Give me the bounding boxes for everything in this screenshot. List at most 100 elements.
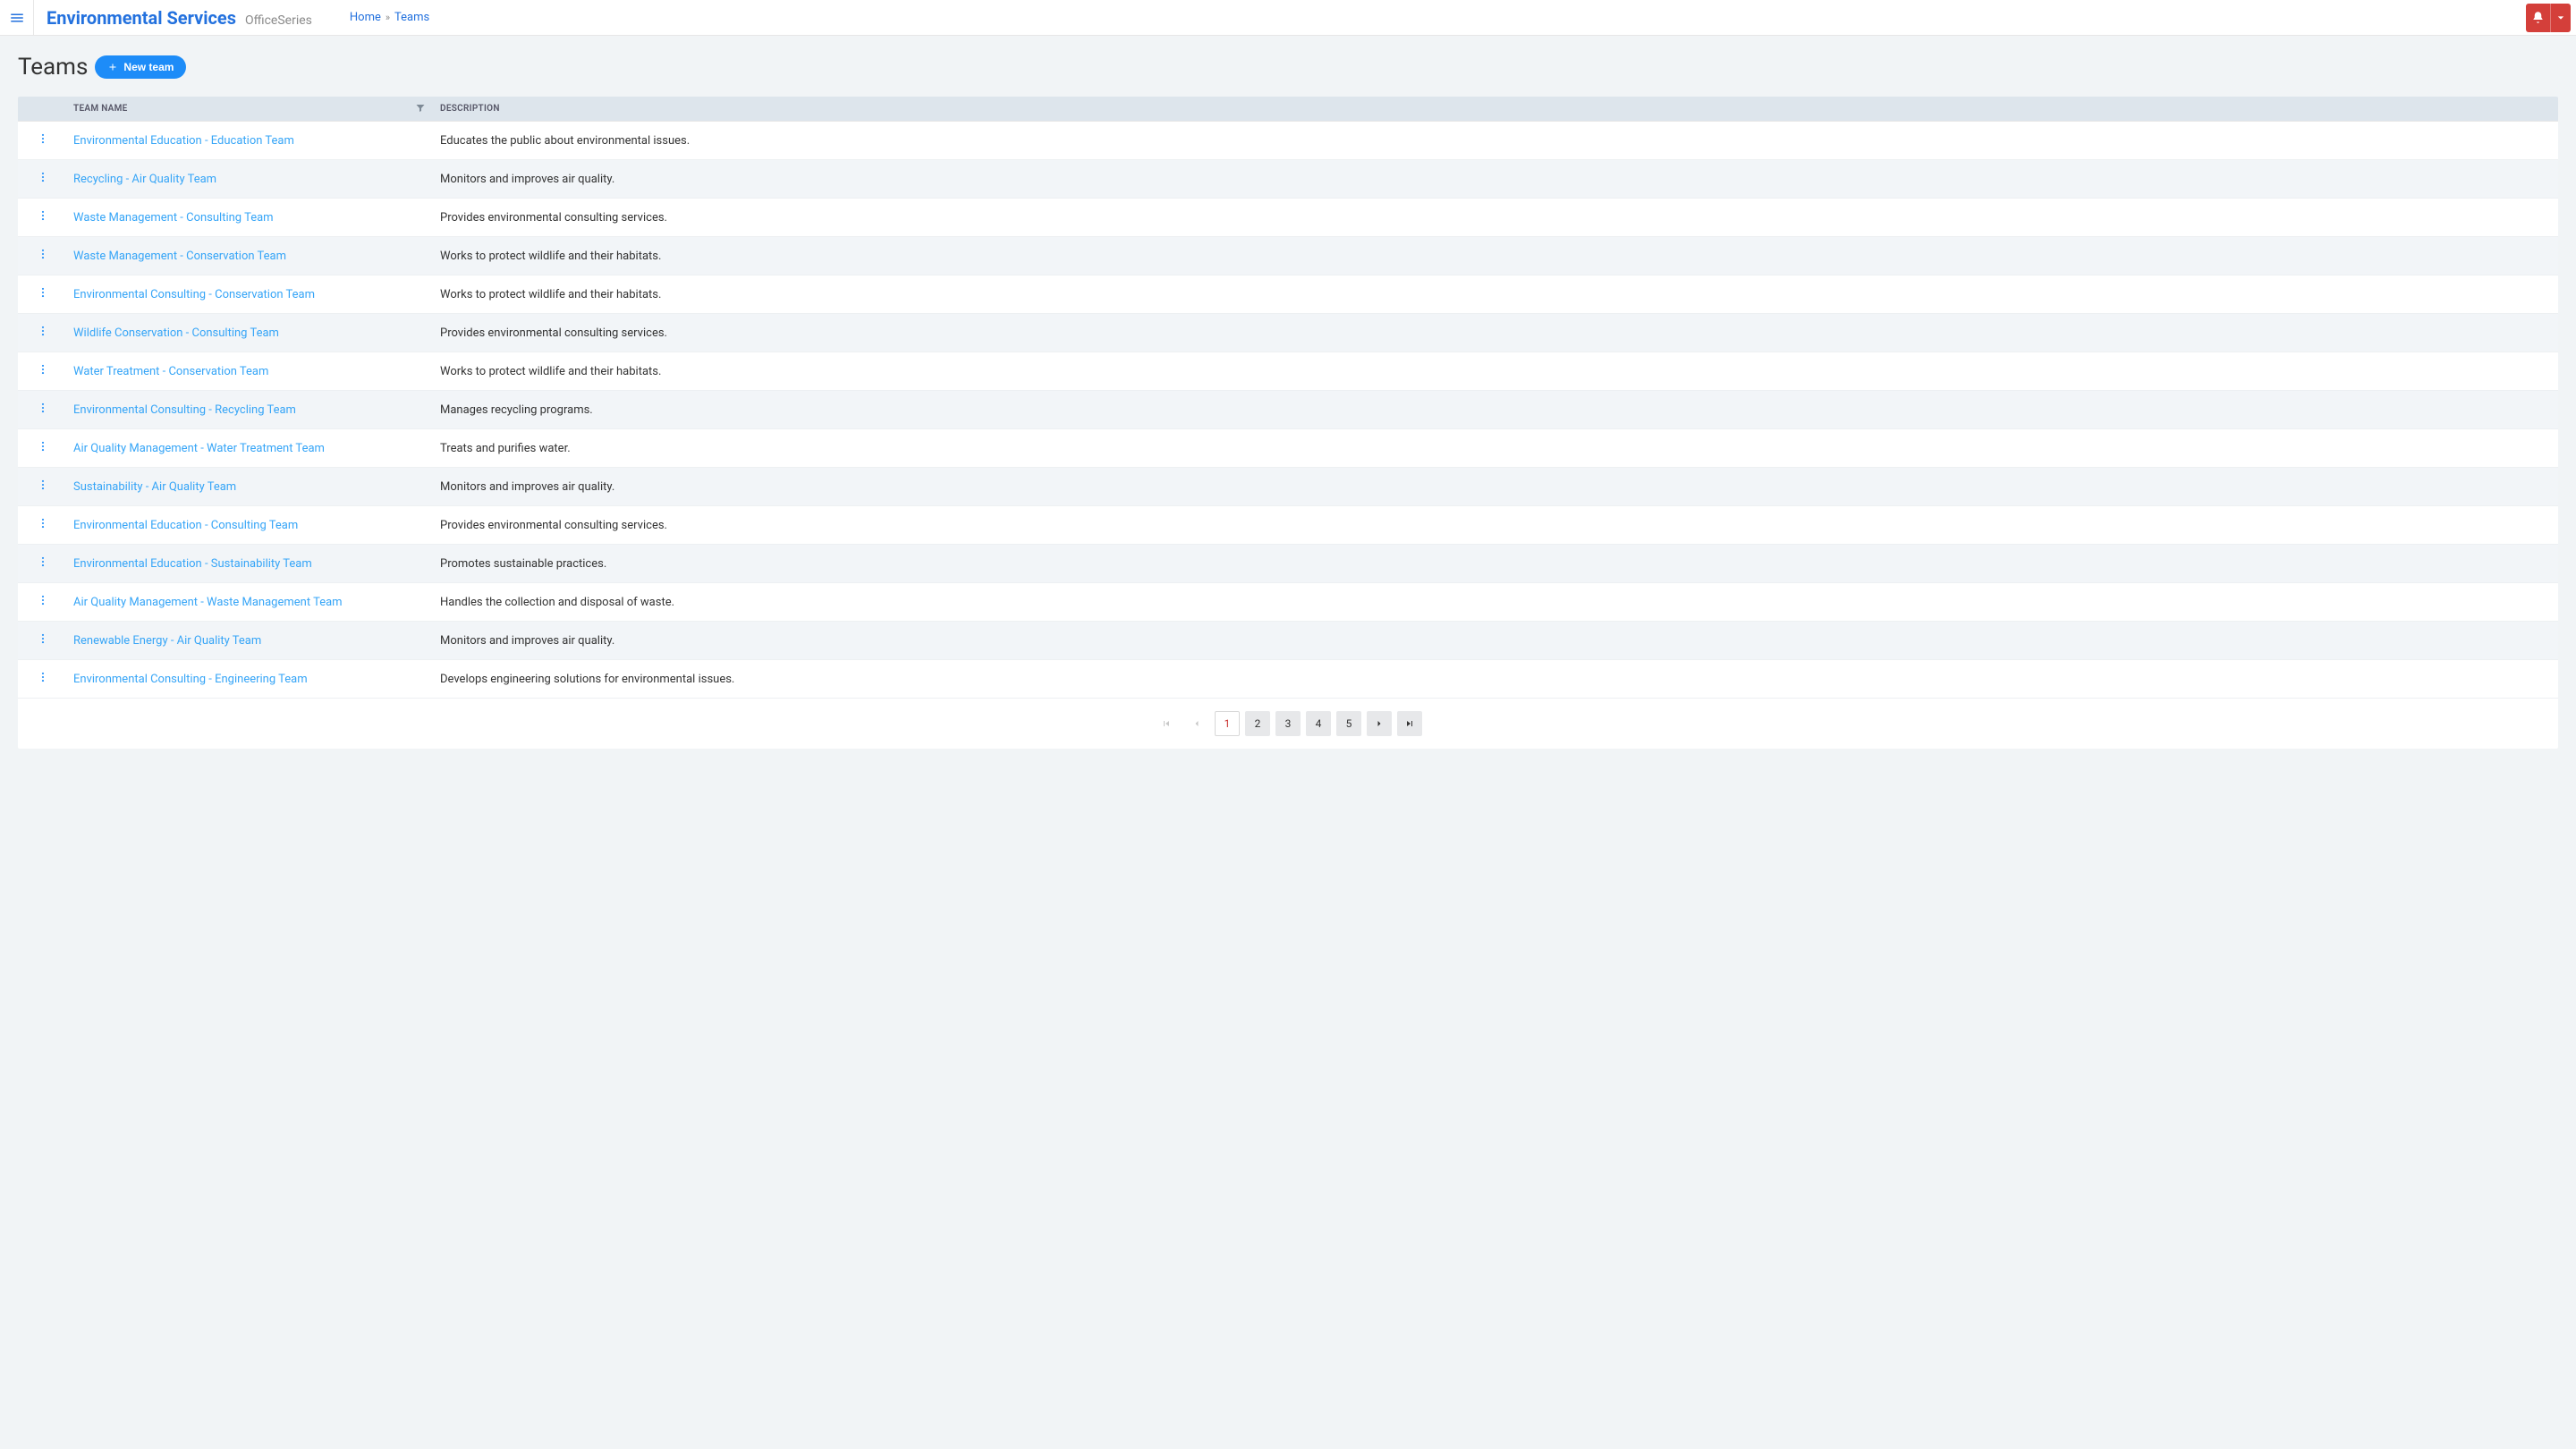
menu-toggle[interactable]	[0, 0, 34, 36]
team-name-cell: Environmental Consulting - Conservation …	[68, 275, 435, 314]
team-description-cell: Provides environmental consulting servic…	[435, 314, 2558, 352]
team-description-cell: Develops engineering solutions for envir…	[435, 660, 2558, 699]
row-menu-button[interactable]	[37, 402, 49, 414]
row-menu-button[interactable]	[37, 632, 49, 645]
breadcrumb-current: Teams	[394, 11, 429, 24]
row-menu-button[interactable]	[37, 363, 49, 376]
team-link[interactable]: Air Quality Management - Water Treatment…	[73, 442, 325, 455]
row-actions-cell	[18, 391, 68, 429]
row-menu-button[interactable]	[37, 325, 49, 337]
more-vertical-icon	[37, 286, 49, 299]
team-name-cell: Air Quality Management - Waste Managemen…	[68, 583, 435, 622]
more-vertical-icon	[37, 555, 49, 568]
team-link[interactable]: Sustainability - Air Quality Team	[73, 480, 236, 494]
more-vertical-icon	[37, 171, 49, 183]
row-actions-cell	[18, 660, 68, 699]
caret-down-icon	[2557, 14, 2564, 21]
team-link[interactable]: Air Quality Management - Waste Managemen…	[73, 596, 343, 609]
row-menu-button[interactable]	[37, 132, 49, 145]
team-link[interactable]: Environmental Consulting - Conservation …	[73, 288, 315, 301]
page-last[interactable]	[1397, 711, 1422, 736]
page-number-1[interactable]: 1	[1215, 711, 1240, 736]
plus-icon	[107, 62, 118, 72]
table-row: Wildlife Conservation - Consulting Team P…	[18, 314, 2558, 352]
more-vertical-icon	[37, 363, 49, 376]
page-number-2[interactable]: 2	[1245, 711, 1270, 736]
more-vertical-icon	[37, 632, 49, 645]
table-row: Renewable Energy - Air Quality TeamMonit…	[18, 622, 2558, 660]
table-row: Waste Management - Consulting TeamProvid…	[18, 199, 2558, 237]
row-menu-button[interactable]	[37, 209, 49, 222]
teams-table-wrap: TEAM NAME DESCRIPTION Environmental Educ…	[18, 97, 2558, 749]
team-name-cell: Environmental Consulting - Recycling Tea…	[68, 391, 435, 429]
page-header: Teams New team	[18, 54, 2558, 80]
col-description[interactable]: DESCRIPTION	[435, 97, 2558, 122]
new-team-button[interactable]: New team	[95, 55, 186, 79]
table-row: Recycling - Air Quality TeamMonitors and…	[18, 160, 2558, 199]
team-description-cell: Works to protect wildlife and their habi…	[435, 275, 2558, 314]
team-link[interactable]: Wildlife Conservation - Consulting Team	[73, 326, 279, 340]
breadcrumb-home[interactable]: Home	[350, 11, 381, 24]
more-vertical-icon	[37, 594, 49, 606]
teams-table: TEAM NAME DESCRIPTION Environmental Educ…	[18, 97, 2558, 699]
page-number-4[interactable]: 4	[1306, 711, 1331, 736]
team-link[interactable]: Waste Management - Conservation Team	[73, 250, 286, 263]
team-link[interactable]: Recycling - Air Quality Team	[73, 173, 216, 186]
more-vertical-icon	[37, 325, 49, 337]
team-name-cell: Recycling - Air Quality Team	[68, 160, 435, 199]
chevron-left-icon	[1191, 718, 1202, 729]
team-link[interactable]: Waste Management - Consulting Team	[73, 211, 274, 225]
team-link[interactable]: Environmental Consulting - Engineering T…	[73, 673, 308, 686]
row-actions-cell	[18, 199, 68, 237]
page-next[interactable]	[1367, 711, 1392, 736]
team-link[interactable]: Environmental Education - Sustainability…	[73, 557, 312, 571]
last-page-icon	[1404, 718, 1415, 729]
team-link[interactable]: Environmental Education - Consulting Tea…	[73, 519, 298, 532]
chevron-right-icon	[1374, 718, 1385, 729]
row-menu-button[interactable]	[37, 286, 49, 299]
breadcrumb: Home » Teams	[350, 11, 429, 24]
more-vertical-icon	[37, 248, 49, 260]
brand-title: Environmental Services	[47, 7, 236, 29]
team-link[interactable]: Environmental Education - Education Team	[73, 134, 294, 148]
page-number-3[interactable]: 3	[1275, 711, 1301, 736]
row-actions-cell	[18, 545, 68, 583]
team-description-cell: Works to protect wildlife and their habi…	[435, 352, 2558, 391]
brand: Environmental Services OfficeSeries	[34, 7, 312, 29]
table-row: Sustainability - Air Quality Team Monitor…	[18, 468, 2558, 506]
row-actions-cell	[18, 352, 68, 391]
team-description-cell: Monitors and improves air quality.	[435, 468, 2558, 506]
team-link[interactable]: Water Treatment - Conservation Team	[73, 365, 268, 378]
user-menu-toggle[interactable]	[2551, 4, 2571, 32]
more-vertical-icon	[37, 479, 49, 491]
filter-team-name[interactable]	[415, 102, 426, 115]
team-name-cell: Sustainability - Air Quality Team	[68, 468, 435, 506]
more-vertical-icon	[37, 209, 49, 222]
row-actions-cell	[18, 237, 68, 275]
pagination: 12345	[18, 699, 2558, 749]
row-menu-button[interactable]	[37, 671, 49, 683]
team-link[interactable]: Renewable Energy - Air Quality Team	[73, 634, 261, 648]
row-menu-button[interactable]	[37, 479, 49, 491]
row-menu-button[interactable]	[37, 555, 49, 568]
notifications-button[interactable]	[2526, 4, 2551, 32]
team-name-cell: Environmental Education - Sustainability…	[68, 545, 435, 583]
team-name-cell: Waste Management - Conservation Team	[68, 237, 435, 275]
top-actions	[2526, 4, 2571, 32]
col-team-name[interactable]: TEAM NAME	[68, 97, 435, 122]
new-team-label: New team	[123, 61, 174, 73]
row-menu-button[interactable]	[37, 248, 49, 260]
row-menu-button[interactable]	[37, 594, 49, 606]
more-vertical-icon	[37, 440, 49, 453]
row-actions-cell	[18, 429, 68, 468]
team-link[interactable]: Environmental Consulting - Recycling Tea…	[73, 403, 296, 417]
filter-icon	[415, 102, 426, 113]
topbar: Environmental Services OfficeSeries Home…	[0, 0, 2576, 36]
team-name-cell: Wildlife Conservation - Consulting Team	[68, 314, 435, 352]
page-number-5[interactable]: 5	[1336, 711, 1361, 736]
row-menu-button[interactable]	[37, 171, 49, 183]
row-menu-button[interactable]	[37, 440, 49, 453]
page-title: Teams	[18, 54, 88, 80]
row-actions-cell	[18, 122, 68, 160]
row-menu-button[interactable]	[37, 517, 49, 530]
